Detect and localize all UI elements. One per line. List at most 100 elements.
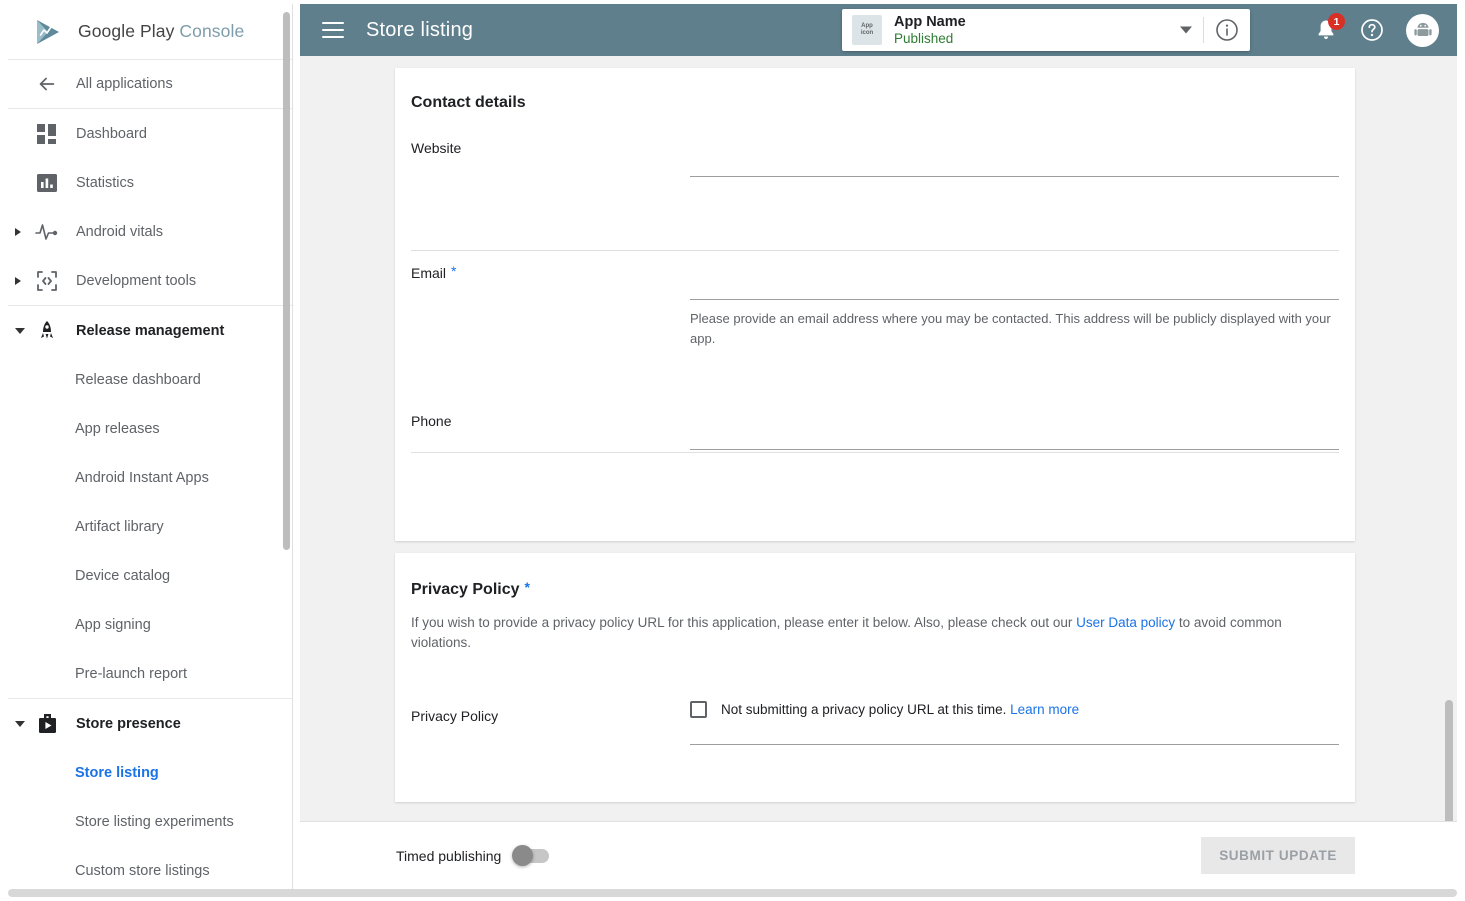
pulse-icon (34, 222, 60, 242)
account-avatar[interactable] (1406, 14, 1439, 47)
field-label: Website (411, 140, 461, 156)
chevron-down-icon[interactable] (15, 328, 25, 334)
checkbox-label-text: Not submitting a privacy policy URL at t… (721, 702, 1006, 717)
horizontal-scrollbar[interactable] (8, 889, 1457, 897)
chevron-down-icon[interactable] (15, 721, 25, 727)
info-circle-icon[interactable] (1215, 18, 1239, 42)
sidebar-section-label: Store presence (76, 716, 181, 732)
sidebar-section-release-management[interactable]: Release management (8, 306, 292, 355)
top-header-bar: Store listing App icon App Name Publishe… (300, 4, 1457, 56)
sidebar-item-statistics[interactable]: Statistics (8, 158, 292, 207)
sidebar-item-custom-store-listings[interactable]: Custom store listings (8, 846, 292, 893)
app-icon-placeholder: App icon (852, 15, 882, 45)
store-briefcase-icon (34, 713, 60, 735)
email-input[interactable] (690, 275, 1339, 303)
page-title: Store listing (366, 19, 473, 42)
privacy-policy-input[interactable] (690, 720, 1339, 748)
app-window: Google Play Console All applications (0, 0, 1465, 901)
notifications-button[interactable]: 1 (1314, 18, 1338, 42)
field-input-website[interactable] (690, 176, 1339, 177)
header-actions: 1 (1314, 4, 1439, 56)
help-circle-icon[interactable] (1360, 18, 1384, 42)
field-label: Phone (411, 413, 451, 429)
sidebar-item-store-listing-experiments[interactable]: Store listing experiments (8, 797, 292, 846)
sidebar-item-label: App releases (75, 421, 160, 437)
sidebar-item-label: Pre-launch report (75, 666, 187, 682)
brand-text: Google Play Console (78, 21, 244, 42)
toggle-knob (512, 845, 533, 866)
submit-update-button[interactable]: SUBMIT UPDATE (1201, 837, 1355, 874)
user-data-policy-link[interactable]: User Data policy (1076, 615, 1175, 630)
main-content: Contact details Website Email* Please (300, 56, 1457, 821)
chevron-right-icon[interactable] (15, 277, 21, 285)
app-name: App Name (894, 13, 966, 31)
sidebar-item-app-releases[interactable]: App releases (8, 404, 292, 453)
android-avatar-icon (1412, 19, 1434, 41)
not-submitting-privacy-policy-checkbox[interactable] (690, 701, 707, 718)
sidebar-item-dashboard[interactable]: Dashboard (8, 109, 292, 158)
field-input-email[interactable]: Please provide an email address where yo… (690, 299, 1339, 349)
sidebar-item-label: Store listing (75, 765, 159, 781)
required-star: * (451, 263, 456, 279)
code-brackets-icon (34, 270, 60, 292)
field-row-phone: Phone (395, 413, 1355, 523)
timed-publishing-label: Timed publishing (396, 848, 501, 864)
checkbox-label: Not submitting a privacy policy URL at t… (721, 702, 1079, 717)
card-title-text: Privacy Policy (411, 581, 520, 598)
sidebar-item-label: Statistics (76, 175, 134, 191)
sidebar-item-android-vitals[interactable]: Android vitals (8, 207, 292, 256)
field-row-privacy-policy: Privacy Policy (395, 708, 1355, 798)
field-label-text: Email (411, 265, 446, 281)
privacy-policy-checkbox-row[interactable]: Not submitting a privacy policy URL at t… (690, 701, 1079, 718)
notification-badge: 1 (1328, 13, 1345, 30)
hamburger-menu-icon[interactable] (322, 22, 344, 38)
sidebar-item-release-dashboard[interactable]: Release dashboard (8, 355, 292, 404)
brand-name-bold: Google Play (78, 21, 174, 41)
sidebar-item-label: Custom store listings (75, 863, 210, 879)
sidebar-item-label: Android Instant Apps (75, 470, 209, 486)
sidebar-scrollbar[interactable] (283, 12, 290, 550)
card-title: Privacy Policy* (395, 553, 1355, 599)
sidebar-item-development-tools[interactable]: Development tools (8, 256, 292, 305)
sidebar-item-device-catalog[interactable]: Device catalog (8, 551, 292, 600)
field-row-website: Website (395, 140, 1355, 250)
chevron-right-icon[interactable] (15, 228, 21, 236)
arrow-left-icon (34, 73, 60, 95)
sidebar-item-android-instant-apps[interactable]: Android Instant Apps (8, 453, 292, 502)
privacy-description-part1: If you wish to provide a privacy policy … (411, 615, 1076, 630)
sidebar-item-app-signing[interactable]: App signing (8, 600, 292, 649)
sidebar-item-label: Store listing experiments (75, 814, 234, 830)
sidebar-item-label: Device catalog (75, 568, 170, 584)
sidebar-item-all-applications[interactable]: All applications (8, 60, 292, 109)
chevron-down-icon[interactable] (1180, 27, 1192, 34)
contact-details-card: Contact details Website Email* Please (395, 68, 1355, 541)
brand-header[interactable]: Google Play Console (8, 4, 292, 60)
sidebar-item-label: Dashboard (76, 126, 147, 142)
phone-input[interactable] (690, 425, 1339, 453)
sidebar-item-artifact-library[interactable]: Artifact library (8, 502, 292, 551)
website-input[interactable] (690, 152, 1339, 180)
sidebar-section-store-presence[interactable]: Store presence (8, 699, 292, 748)
sidebar-item-pre-launch-report[interactable]: Pre-launch report (8, 649, 292, 698)
field-row-email: Email * Please provide an email address w… (395, 263, 1355, 388)
rocket-icon (34, 320, 60, 342)
app-selector[interactable]: App icon App Name Published (842, 9, 1250, 51)
field-help-text: Please provide an email address where yo… (690, 300, 1339, 349)
dashboard-icon (34, 124, 60, 144)
timed-publishing-toggle[interactable] (515, 849, 549, 863)
content-scrollbar[interactable] (1445, 700, 1453, 821)
sidebar-item-label: Artifact library (75, 519, 164, 535)
field-input-phone[interactable] (690, 449, 1339, 450)
row-divider (411, 250, 1339, 251)
sidebar-section-label: Release management (76, 323, 224, 339)
sidebar: Google Play Console All applications (8, 4, 293, 893)
sidebar-item-label: Development tools (76, 273, 196, 289)
brand-name-light: Console (179, 21, 244, 41)
footer-action-bar: Timed publishing SUBMIT UPDATE (300, 821, 1457, 889)
sidebar-item-store-listing[interactable]: Store listing (8, 748, 292, 797)
learn-more-link[interactable]: Learn more (1010, 702, 1079, 717)
sidebar-item-label: Release dashboard (75, 372, 201, 388)
sidebar-item-label: All applications (76, 76, 173, 92)
sidebar-item-label: Android vitals (76, 224, 163, 240)
field-input-privacy-policy[interactable] (690, 744, 1339, 745)
